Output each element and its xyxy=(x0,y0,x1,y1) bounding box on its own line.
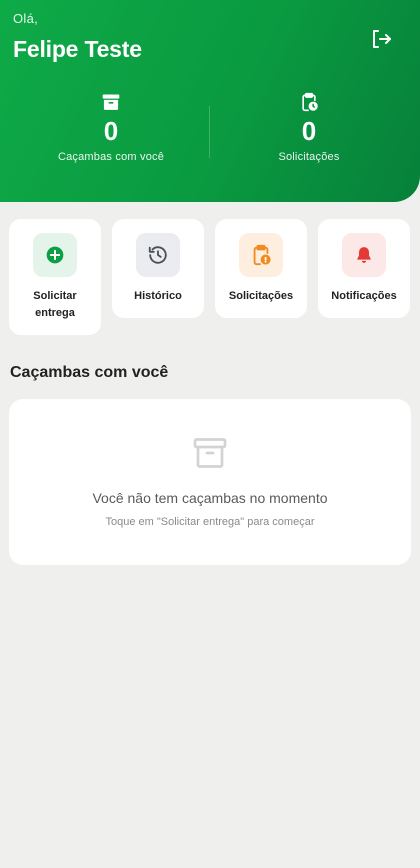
action-icon-wrap xyxy=(239,233,283,277)
action-icon-wrap xyxy=(342,233,386,277)
empty-state-title: Você não tem caçambas no momento xyxy=(92,490,328,506)
notificacoes-button[interactable]: Notificações xyxy=(318,219,410,318)
logout-icon[interactable] xyxy=(369,27,393,51)
stat-value: 0 xyxy=(103,116,119,146)
user-name: Felipe Teste xyxy=(13,36,142,62)
stat-cacambas: 0 Caçambas com você xyxy=(21,92,201,163)
historico-button[interactable]: Histórico xyxy=(112,219,204,318)
header: Olá, Felipe Teste 0 Caçambas com você 0 … xyxy=(0,0,420,202)
empty-state-hint: Toque em "Solicitar entrega" para começa… xyxy=(105,516,315,528)
action-icon-wrap xyxy=(136,233,180,277)
action-label: Notificações xyxy=(331,290,397,302)
bell-icon xyxy=(357,247,371,263)
action-label: Histórico xyxy=(134,290,182,302)
stats-divider xyxy=(209,106,210,158)
clipboard-alert-icon xyxy=(253,244,271,266)
stat-label: Solicitações xyxy=(278,151,340,163)
solicitacoes-button[interactable]: Solicitações xyxy=(215,219,307,318)
action-label: Solicitar entrega xyxy=(33,290,77,319)
action-label: Solicitações xyxy=(228,290,294,302)
history-icon xyxy=(148,246,167,264)
archive-box-icon xyxy=(102,94,120,110)
stat-label: Caçambas com você xyxy=(57,151,165,163)
archive-box-icon xyxy=(193,438,227,468)
clipboard-clock-icon xyxy=(302,92,318,112)
action-icon-wrap xyxy=(33,233,77,277)
section-title: Caçambas com você xyxy=(10,364,169,381)
stat-value: 0 xyxy=(301,116,317,146)
empty-state-card: Você não tem caçambas no momento Toque e… xyxy=(9,399,411,565)
plus-circle-icon xyxy=(46,246,64,264)
greeting: Olá, xyxy=(13,11,39,26)
solicitar-entrega-button[interactable]: Solicitar entrega xyxy=(9,219,101,335)
stat-solicitacoes: 0 Solicitações xyxy=(219,92,399,163)
